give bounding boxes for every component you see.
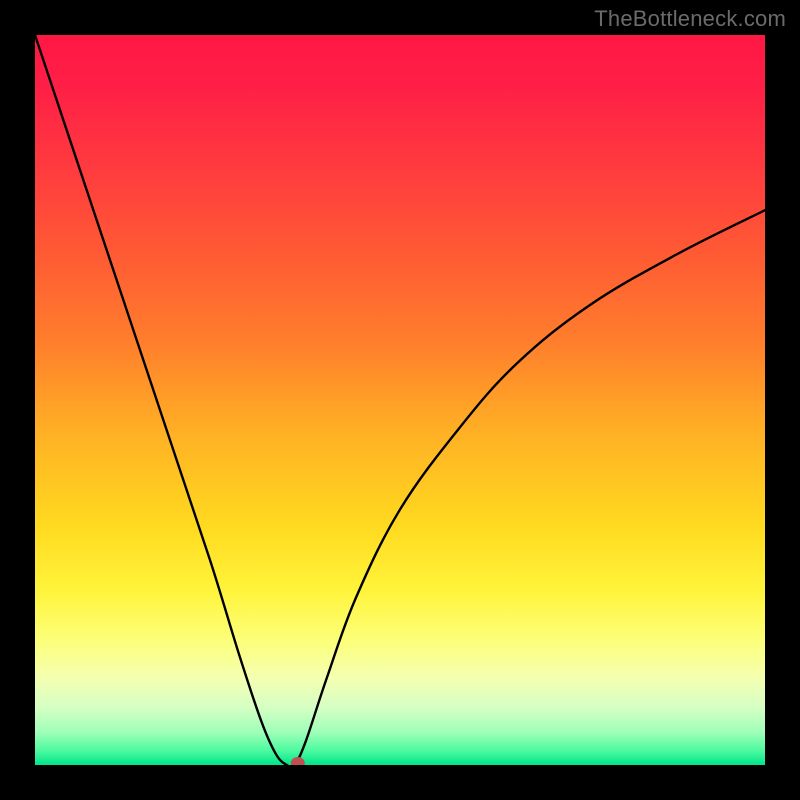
plot-area xyxy=(35,35,765,765)
chart-svg xyxy=(35,35,765,765)
gradient-background xyxy=(35,35,765,765)
watermark-text: TheBottleneck.com xyxy=(594,6,786,32)
chart-frame: TheBottleneck.com xyxy=(0,0,800,800)
